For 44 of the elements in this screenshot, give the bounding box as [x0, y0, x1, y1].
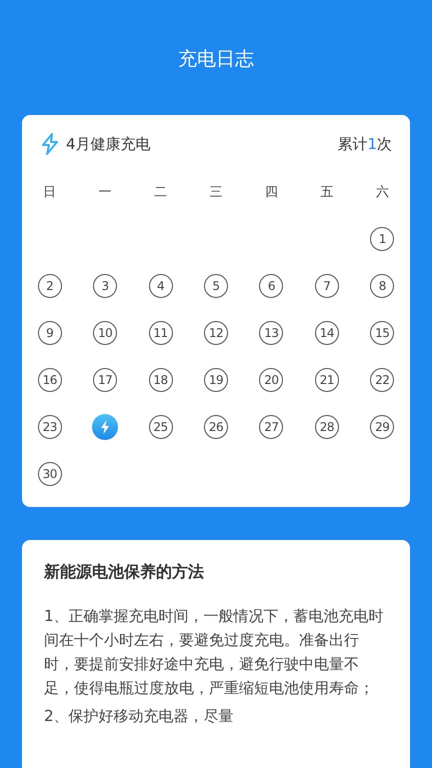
lightning-icon	[40, 133, 60, 155]
day-number[interactable]: 2	[38, 274, 62, 298]
day-number[interactable]: 21	[314, 368, 339, 392]
day-number[interactable]: 8	[370, 274, 394, 298]
weekday-label: 一	[98, 184, 112, 201]
day-number[interactable]: 23	[38, 414, 62, 438]
day-number[interactable]: 25	[148, 414, 173, 438]
day-number[interactable]: 9	[38, 320, 62, 344]
day-number[interactable]: 19	[204, 368, 228, 392]
day-number[interactable]: 18	[148, 368, 173, 392]
day-number[interactable]: 30	[38, 462, 62, 486]
day-number[interactable]: 5	[204, 274, 228, 298]
weekday-label: 六	[376, 184, 389, 201]
day-number[interactable]: 7	[314, 274, 339, 298]
day-number[interactable]: 13	[259, 320, 284, 344]
weekday-label: 五	[320, 184, 334, 201]
day-number[interactable]: 22	[370, 368, 394, 392]
month-label: 4月健康充电	[66, 134, 152, 154]
charge-total: 累计1次	[337, 134, 392, 154]
weekday-label: 三	[209, 184, 222, 201]
day-number[interactable]: 20	[259, 368, 284, 392]
charged-bolt-icon	[92, 414, 118, 440]
day-number[interactable]: 6	[259, 274, 284, 298]
page-title: 充电日志	[178, 47, 254, 72]
day-number[interactable]: 28	[314, 414, 339, 438]
day-number[interactable]: 29	[370, 414, 394, 438]
weekday-label: 二	[154, 184, 168, 201]
weekday-label: 四	[264, 184, 278, 201]
day-number[interactable]: 10	[93, 320, 118, 344]
weekday-label: 日	[43, 184, 56, 201]
tip-paragraph: 2、保护好移动充电器，尽量	[44, 706, 235, 727]
day-number[interactable]: 26	[204, 414, 228, 438]
day-number[interactable]: 12	[204, 320, 228, 344]
day-number[interactable]: 16	[38, 368, 62, 392]
day-number[interactable]: 4	[148, 274, 173, 298]
day-number[interactable]: 3	[93, 274, 118, 298]
day-number[interactable]: 17	[93, 368, 118, 392]
tip-paragraph: 1、正确掌握充电时间，一般情况下，蓄电池充电时间在十个小时左右，要避免过度充电。准备出行时，要提前安排好途中充电，避免行驶中电量不足，使得电瓶过度放电，严重缩短电池使用寿命；	[44, 606, 385, 699]
day-number[interactable]: 11	[148, 320, 173, 344]
day-number[interactable]: 14	[314, 320, 339, 344]
tips-heading: 新能源电池保养的方法	[44, 561, 205, 583]
day-number[interactable]: 27	[259, 414, 284, 438]
day-number[interactable]: 15	[370, 320, 394, 344]
day-number[interactable]: 1	[370, 226, 394, 250]
